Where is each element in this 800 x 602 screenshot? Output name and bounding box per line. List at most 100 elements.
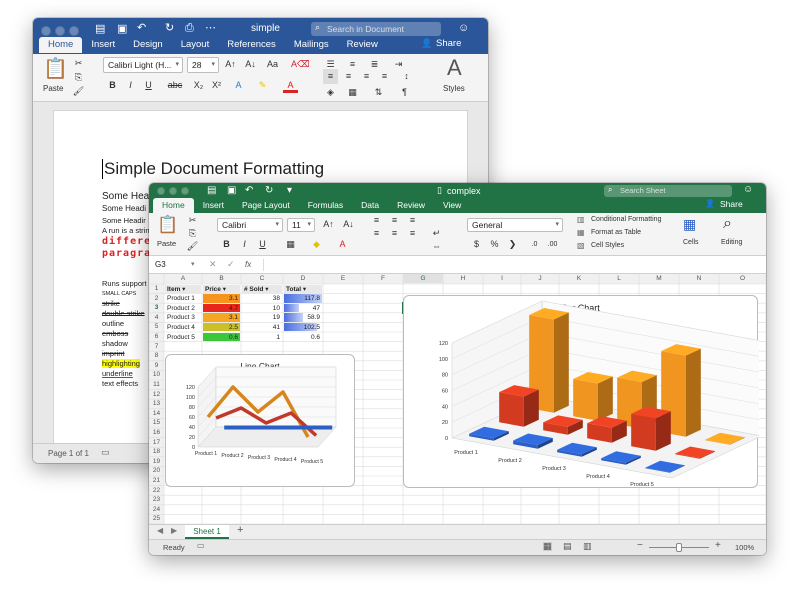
excel-bold-button[interactable]: B (219, 237, 234, 252)
excel-tab-review[interactable]: Review (388, 198, 434, 213)
excel-save-icon[interactable]: ▣ (227, 186, 236, 196)
row-header[interactable]: 6 (149, 332, 164, 341)
row-header[interactable]: 2 (149, 294, 164, 303)
row-header[interactable]: 24 (149, 505, 164, 514)
excel-sidebar-icon[interactable]: ▤ (207, 186, 216, 196)
sheet-grid[interactable]: ABCDEFGHIJKLMNO 1 2 3 4 5 6 7 8 9 10 11 12 13 14 15 16 1… (149, 274, 766, 524)
excel-align-left-icon[interactable]: ≡ (369, 226, 384, 241)
format-as-table-button[interactable]: Format as Table (591, 229, 641, 236)
row-header[interactable]: 18 (149, 447, 164, 456)
sort-icon[interactable]: ⇅ (371, 85, 386, 100)
excel-font-size-select[interactable]: 11 ▾ (287, 218, 315, 232)
word-search-input[interactable]: Search in Document (311, 22, 441, 36)
share-icon[interactable]: 👤 (421, 39, 432, 48)
table-item-cell[interactable]: Product 5 (165, 333, 201, 342)
italic-button[interactable]: I (123, 78, 138, 93)
save-icon[interactable]: ▣ (117, 24, 127, 35)
row-header[interactable]: 25 (149, 514, 164, 523)
customize-icon[interactable]: ⋯ (205, 23, 216, 34)
copy-icon[interactable]: ⎘ (71, 70, 86, 85)
row-header[interactable]: 15 (149, 418, 164, 427)
table-total-cell[interactable]: 0.6 (284, 332, 322, 342)
table-item-cell[interactable]: Product 1 (165, 294, 201, 303)
table-item-cell[interactable]: Product 2 (165, 304, 201, 313)
word-tab-layout[interactable]: Layout (172, 37, 219, 53)
line-spacing-icon[interactable]: ↕ (399, 69, 414, 84)
excel-tab-data[interactable]: Data (352, 198, 388, 213)
superscript-button[interactable]: X² (209, 78, 224, 93)
row-header[interactable]: 5 (149, 322, 164, 331)
zoom-window-button[interactable] (69, 26, 79, 36)
cut-icon[interactable]: ✂ (71, 56, 86, 71)
excel-font-select[interactable]: Calibri ▾ (217, 218, 283, 232)
table-price-cell[interactable]: 3.1 (203, 294, 240, 303)
subscript-button[interactable]: X₂ (191, 78, 206, 93)
cond-format-icon[interactable]: ▥ (577, 216, 585, 224)
table-total-cell[interactable]: 47 (284, 303, 322, 313)
highlight-icon[interactable]: ✎ (255, 78, 270, 93)
editing-button[interactable]: Editing (721, 239, 742, 246)
excel-align-right-icon[interactable]: ≡ (405, 226, 420, 241)
align-right-icon[interactable]: ≡ (359, 69, 374, 84)
excel-paste-icon[interactable]: 📋 (157, 216, 178, 233)
comma-icon[interactable]: ❯ (505, 237, 520, 252)
table-sold-cell[interactable]: 1 (242, 333, 282, 342)
row-header[interactable]: 9 (149, 361, 164, 370)
word-font-size-select[interactable]: 28 ▾ (187, 57, 219, 73)
word-tab-references[interactable]: References (218, 37, 285, 53)
currency-icon[interactable]: $ (469, 237, 484, 252)
excel-share-icon[interactable]: 👤 (705, 200, 715, 208)
shrink-font-icon[interactable]: A↓ (243, 57, 258, 72)
minimize-window-button[interactable] (55, 26, 65, 36)
prev-sheet-icon[interactable]: ◀ (157, 527, 163, 535)
borders-icon[interactable]: ▦ (345, 85, 360, 100)
column-header[interactable]: N (679, 274, 719, 283)
word-share-button[interactable]: Share (436, 39, 461, 49)
column-header[interactable]: O (719, 274, 766, 283)
excel-underline-button[interactable]: U (255, 237, 270, 252)
table-header-cell[interactable]: Total ▾ (284, 284, 322, 294)
column-header[interactable]: G (403, 274, 443, 283)
cell-styles-icon[interactable]: ▧ (577, 242, 585, 250)
row-header[interactable]: 3 (149, 303, 164, 312)
name-box-dropdown-icon[interactable]: ▾ (191, 261, 195, 268)
name-box[interactable]: G3 (155, 260, 166, 269)
excel-italic-button[interactable]: I (237, 237, 252, 252)
column-header[interactable]: L (599, 274, 639, 283)
excel-grow-font-icon[interactable]: A↑ (321, 217, 336, 232)
excel-tab-view[interactable]: View (434, 198, 470, 213)
add-sheet-icon[interactable]: + (237, 525, 243, 536)
cells-icon[interactable]: ▦ (683, 217, 696, 231)
excel-format-painter-icon[interactable]: 🖌 (185, 239, 200, 254)
justify-icon[interactable]: ≡ (377, 69, 392, 84)
formula-input[interactable] (263, 259, 753, 271)
table-sold-cell[interactable]: 19 (242, 313, 282, 322)
column-header[interactable]: K (559, 274, 599, 283)
table-total-cell[interactable]: 102.5 (284, 322, 322, 332)
line-chart[interactable]: Line Chart 0 20 40 60 80 100 120 Product 1 Produ… (165, 354, 355, 487)
column-header[interactable]: H (443, 274, 483, 283)
table-price-cell[interactable]: 0.6 (203, 332, 240, 342)
word-tab-review[interactable]: Review (338, 37, 387, 53)
column-header[interactable]: I (483, 274, 521, 283)
excel-customize-icon[interactable]: ▾ (287, 186, 292, 196)
page-layout-view-icon[interactable]: ▤ (563, 542, 572, 551)
excel-minimize-button[interactable] (169, 187, 177, 195)
strikethrough-button[interactable]: abc (165, 78, 185, 93)
excel-share-button[interactable]: Share (720, 200, 743, 209)
excel-font-color-icon[interactable]: A (335, 237, 350, 252)
number-format-select[interactable]: General ▾ (467, 218, 563, 232)
enter-icon[interactable]: ✓ (227, 260, 235, 269)
align-left-icon[interactable]: ≡ (323, 69, 338, 84)
redo-icon[interactable]: ↻ (165, 23, 174, 34)
column-header[interactable]: J (521, 274, 559, 283)
align-center-icon[interactable]: ≡ (341, 69, 356, 84)
row-header[interactable]: 20 (149, 466, 164, 475)
table-sold-cell[interactable]: 41 (242, 323, 282, 332)
column-header[interactable]: E (323, 274, 363, 283)
zoom-in-icon[interactable]: + (715, 541, 721, 551)
paragraph-mark-icon[interactable]: ¶ (397, 85, 412, 100)
excel-tab-formulas[interactable]: Formulas (299, 198, 352, 213)
excel-zoom-button[interactable] (181, 187, 189, 195)
row-header[interactable]: 13 (149, 399, 164, 408)
